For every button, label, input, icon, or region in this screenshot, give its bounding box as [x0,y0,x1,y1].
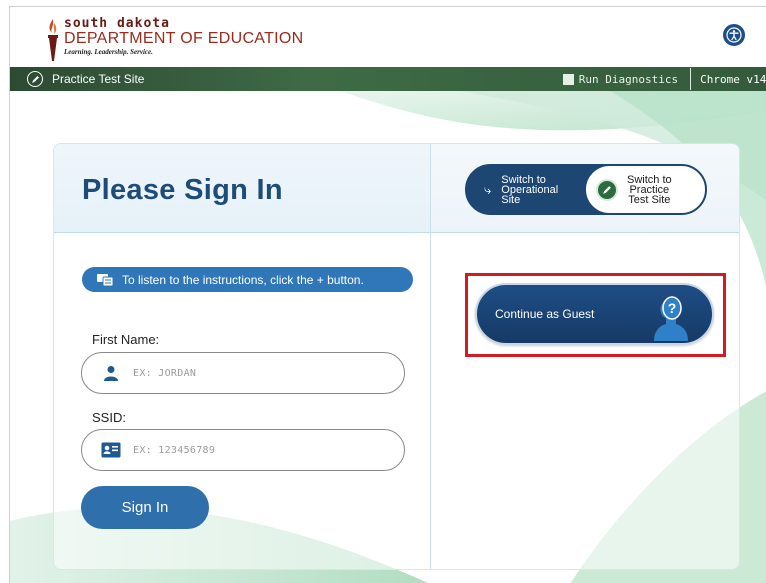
site-switch-toggle[interactable]: ⤷ Switch to Operational Site Switch to P… [465,164,707,215]
guest-button-label: Continue as Guest [495,307,595,321]
practice-line-1: Switch to [627,173,672,186]
instructions-audio-bar[interactable]: To listen to the instructions, click the… [82,267,413,292]
first-name-label: First Name: [92,332,160,347]
logo-line-state: south dakota [64,16,170,31]
ssid-label: SSID: [92,410,126,425]
sign-in-button[interactable]: Sign In [81,486,209,529]
id-card-icon [101,442,121,459]
guest-user-question-icon: ? [654,296,688,341]
site-navbar: Practice Test Site Run Diagnostics Chrom… [10,67,766,91]
svg-text:?: ? [668,300,677,316]
speech-bubble-icon [97,273,114,286]
diagnostics-icon [562,73,574,85]
instructions-text: To listen to the instructions, click the… [122,272,364,287]
accessibility-button[interactable] [723,24,745,46]
pencil-icon [27,71,43,87]
continue-as-guest-button[interactable]: Continue as Guest ? [475,283,714,345]
browser-version: Chrome v143 [700,72,766,86]
first-name-field[interactable] [81,352,405,394]
card-divider [430,144,431,569]
redirect-arrow-icon: ⤷ [484,181,492,197]
operational-line-3: Site [501,193,521,206]
run-diagnostics-link[interactable]: Run Diagnostics [562,72,679,86]
page-title: Please Sign In [82,174,283,206]
app-window: south dakota DEPARTMENT OF EDUCATION Lea… [9,6,766,583]
site-name: Practice Test Site [52,72,145,86]
logo-tagline: Learning. Leadership. Service. [64,48,153,56]
switch-operational-option[interactable]: ⤷ Switch to Operational Site [466,165,586,214]
run-diagnostics-label: Run Diagnostics [578,72,679,86]
operational-line-2: Operational [501,183,559,196]
page-header: south dakota DEPARTMENT OF EDUCATION Lea… [10,7,766,67]
practice-line-3: Test Site [628,193,671,206]
accessibility-icon [726,27,742,43]
nav-divider [690,68,692,90]
switch-practice-option[interactable]: Switch to Practice Test Site [585,165,706,214]
ssid-input[interactable] [133,444,383,456]
torch-logo-icon [48,19,58,61]
operational-line-1: Switch to [501,173,546,186]
first-name-input[interactable] [133,367,383,379]
logo-line-department: DEPARTMENT OF EDUCATION [64,30,304,47]
sd-doe-logo: south dakota DEPARTMENT OF EDUCATION Lea… [46,17,304,63]
pencil-icon [596,178,618,201]
user-icon [101,365,121,382]
practice-site-indicator: Practice Test Site [27,71,144,87]
practice-line-2: Practice [629,183,670,196]
ssid-field[interactable] [81,429,405,471]
